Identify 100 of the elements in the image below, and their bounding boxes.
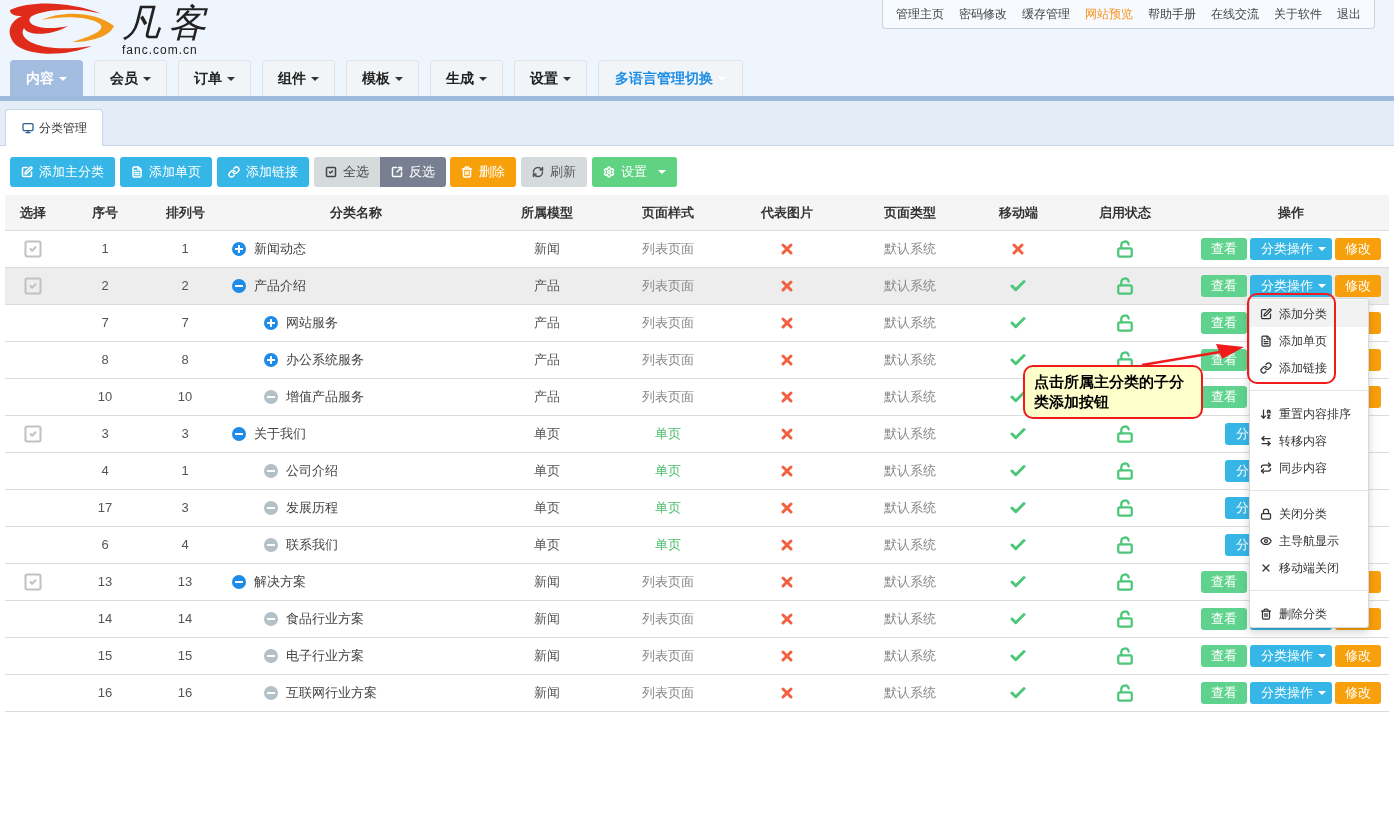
caret-icon (563, 76, 571, 81)
category-name[interactable]: 增值产品服务 (286, 387, 364, 407)
collapse-icon[interactable] (232, 427, 246, 441)
top-link[interactable]: 缓存管理 (1022, 5, 1070, 23)
unlock-icon[interactable] (1115, 277, 1134, 295)
arrows-icon (1260, 434, 1272, 447)
category-name[interactable]: 解决方案 (254, 572, 306, 592)
top-link[interactable]: 帮助手册 (1148, 5, 1196, 23)
menu-item[interactable]: 添加分类 (1250, 300, 1368, 327)
leaf-icon (264, 538, 278, 552)
menu-item[interactable]: 移动端关闭 (1250, 554, 1368, 581)
table-cell-text: 产品 (534, 351, 560, 370)
column-header: 移动端 (998, 203, 1038, 222)
category-name[interactable]: 产品介绍 (254, 276, 306, 296)
table-cell-text: 7 (181, 314, 189, 333)
checkbox-icon[interactable] (23, 424, 43, 444)
menu-item[interactable]: 删除分类 (1250, 600, 1368, 627)
table-cell-text: 列表页面 (642, 684, 694, 703)
table-cell-text: 默认系统 (884, 610, 936, 629)
sort-icon (1260, 407, 1272, 420)
nav-tab[interactable]: 模板 (346, 60, 419, 96)
nav-tab[interactable]: 组件 (262, 60, 335, 96)
eye-icon (1260, 534, 1272, 547)
trash-icon (1260, 607, 1272, 620)
logo-domain: fanc.com.cn (122, 44, 198, 56)
expand-icon[interactable] (264, 353, 278, 367)
top-link[interactable]: 密码修改 (959, 5, 1007, 23)
caret-icon (311, 76, 319, 81)
nav-tab[interactable]: 生成 (430, 60, 503, 96)
link-icon (228, 166, 240, 178)
category-name[interactable]: 关于我们 (254, 424, 306, 444)
leaf-icon (264, 649, 278, 663)
top-link[interactable]: 在线交流 (1211, 5, 1259, 23)
checkbox-icon[interactable] (23, 572, 43, 592)
column-header: 启用状态 (1098, 203, 1151, 222)
table-cell-text: 4 (101, 462, 109, 481)
table-cell-text: 14 (177, 610, 193, 629)
expand-icon[interactable] (232, 242, 246, 256)
table-cell-text: 列表页面 (642, 277, 694, 296)
caret-icon (395, 76, 403, 81)
cross-icon[interactable] (1010, 241, 1026, 257)
category-name[interactable]: 网站服务 (286, 313, 338, 333)
table-cell-text: 默认系统 (884, 684, 936, 703)
category-name[interactable]: 电子行业方案 (286, 646, 364, 666)
table-cell-text: 3 (101, 425, 109, 444)
menu-item[interactable]: 添加链接 (1250, 354, 1368, 381)
menu-item[interactable]: 转移内容 (1250, 427, 1368, 454)
nav-tab[interactable]: 设置 (514, 60, 587, 96)
top-link[interactable]: 管理主页 (896, 5, 944, 23)
table-cell-text: 15 (177, 647, 193, 666)
table-cell-text: 产品 (534, 314, 560, 333)
nav-tab[interactable]: 会员 (94, 60, 167, 96)
toolbar-button[interactable]: 反选 (380, 157, 446, 187)
category-name[interactable]: 新闻动态 (254, 239, 306, 259)
unlock-icon[interactable] (1115, 647, 1134, 665)
unlock-icon[interactable] (1115, 536, 1134, 554)
menu-item[interactable]: 添加单页 (1250, 327, 1368, 354)
category-name[interactable]: 联系我们 (286, 535, 338, 555)
menu-item[interactable]: 同步内容 (1250, 454, 1368, 481)
table-cell-text: 单页 (534, 462, 560, 481)
table-cell-text: 列表页面 (642, 240, 694, 259)
checkbox-icon[interactable] (23, 276, 43, 296)
unlock-icon[interactable] (1115, 240, 1134, 258)
leaf-icon (264, 501, 278, 515)
menu-item[interactable]: 关闭分类 (1250, 500, 1368, 527)
unlock-icon[interactable] (1115, 462, 1134, 480)
toolbar-button[interactable]: 全选 (314, 157, 380, 187)
category-name[interactable]: 互联网行业方案 (286, 683, 377, 703)
table-cell-text: 新闻 (534, 240, 560, 259)
unlock-icon[interactable] (1115, 684, 1134, 702)
caret-icon (479, 76, 487, 81)
menu-item[interactable]: 重置内容排序 (1250, 400, 1368, 427)
unlock-icon[interactable] (1115, 610, 1134, 628)
unlock-icon[interactable] (1115, 314, 1134, 332)
unlock-icon[interactable] (1115, 425, 1134, 443)
page-tab[interactable]: 分类管理 (5, 109, 103, 146)
column-header: 选择 (20, 203, 46, 222)
table-cell-text: 列表页面 (642, 314, 694, 333)
top-link[interactable]: 退出 (1337, 5, 1361, 23)
table-cell-text: 3 (181, 425, 189, 444)
collapse-icon[interactable] (232, 279, 246, 293)
toolbar-button[interactable]: 刷新 (521, 157, 587, 187)
expand-icon[interactable] (264, 316, 278, 330)
checkbox-icon[interactable] (23, 239, 43, 259)
category-name[interactable]: 公司介绍 (286, 461, 338, 481)
category-name[interactable]: 办公系统服务 (286, 350, 364, 370)
unlock-icon[interactable] (1115, 573, 1134, 591)
leaf-icon (264, 390, 278, 404)
collapse-icon[interactable] (232, 575, 246, 589)
category-name[interactable]: 食品行业方案 (286, 609, 364, 629)
caret-icon (227, 76, 235, 81)
caret-icon (143, 76, 151, 81)
nav-tab[interactable]: 订单 (178, 60, 251, 96)
refresh-icon (532, 166, 544, 178)
column-header: 分类名称 (330, 203, 382, 222)
table-cell-text: 新闻 (534, 647, 560, 666)
menu-item[interactable]: 主导航显示 (1250, 527, 1368, 554)
category-name[interactable]: 发展历程 (286, 498, 338, 518)
unlock-icon[interactable] (1115, 499, 1134, 517)
top-link[interactable]: 关于软件 (1274, 5, 1322, 23)
